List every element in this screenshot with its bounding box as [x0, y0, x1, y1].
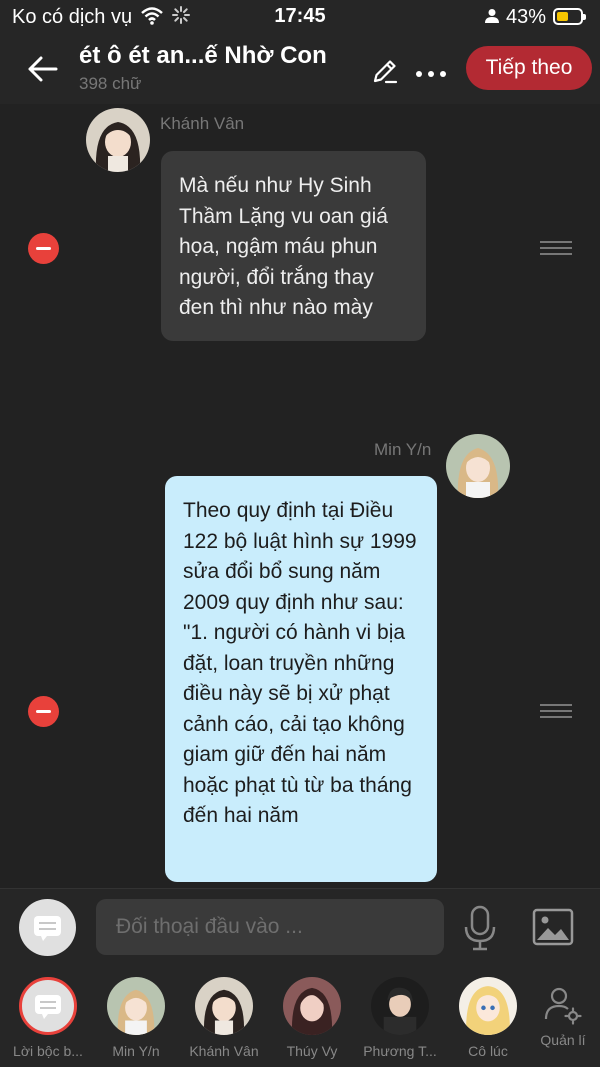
battery-icon — [553, 8, 586, 25]
message-input[interactable] — [96, 899, 444, 955]
avatar-khanh-van[interactable] — [86, 108, 150, 172]
chat-bubble-icon — [34, 916, 61, 941]
character-phuong-t[interactable]: Phương T... — [356, 977, 444, 1059]
character-narration[interactable]: Lời bộc b... — [4, 977, 92, 1059]
chat-area[interactable]: Khánh Vân Mà nếu như Hy Sinh Thầm Lặng v… — [0, 104, 600, 888]
pencil-icon[interactable] — [370, 56, 400, 86]
microphone-icon[interactable] — [463, 905, 497, 951]
drag-handle-icon[interactable] — [540, 704, 572, 720]
message-bubble[interactable]: Theo quy định tại Điều 122 bộ luật hình … — [165, 476, 437, 882]
story-title: ét ô ét an...ế Nhờ Con — [79, 42, 327, 69]
word-count: 398 chữ — [79, 74, 142, 93]
character-name: Cô lúc — [468, 1043, 508, 1059]
message-bubble[interactable]: Mà nếu như Hy Sinh Thầm Lặng vu oan giá … — [161, 151, 426, 341]
person-icon — [485, 9, 499, 23]
character-khanh-van[interactable]: Khánh Vân — [180, 977, 268, 1059]
character-name: Min Y/n — [112, 1043, 160, 1059]
image-icon[interactable] — [532, 908, 574, 946]
drag-handle-icon[interactable] — [540, 241, 572, 257]
character-co-luc[interactable]: Cô lúc — [444, 977, 532, 1059]
chat-bubble-icon — [35, 995, 61, 1019]
manage-label: Quản lí — [540, 1032, 586, 1048]
narration-toggle[interactable] — [19, 899, 76, 956]
avatar-min-yn[interactable] — [446, 434, 510, 498]
more-dots-icon[interactable] — [416, 64, 452, 77]
character-thuy-vy[interactable]: Thúy Vy — [268, 977, 356, 1059]
next-button[interactable]: Tiếp theo — [466, 46, 592, 90]
manage-person-gear-icon — [544, 987, 582, 1025]
sender-name: Min Y/n — [374, 440, 432, 459]
character-name: Lời bộc b... — [13, 1043, 83, 1059]
header: ét ô ét an...ế Nhờ Con 398 chữ Tiếp theo — [0, 34, 600, 105]
minus-icon[interactable] — [28, 696, 59, 727]
character-bar: Lời bộc b... Min Y/n Khánh Vân Thúy Vy P… — [0, 965, 600, 1067]
minus-icon[interactable] — [28, 233, 59, 264]
character-name: Khánh Vân — [189, 1043, 259, 1059]
character-name: Phương T... — [363, 1043, 437, 1059]
manage-button[interactable]: Quản lí — [536, 985, 590, 1048]
sender-name: Khánh Vân — [160, 114, 245, 133]
battery-percent: 43% — [506, 6, 547, 28]
status-bar: Ko có dịch vụ 17:45 43% — [0, 0, 600, 34]
input-bar — [0, 888, 600, 966]
character-min-yn[interactable]: Min Y/n — [92, 977, 180, 1059]
back-arrow-icon[interactable] — [26, 52, 60, 86]
character-name: Thúy Vy — [286, 1043, 338, 1059]
